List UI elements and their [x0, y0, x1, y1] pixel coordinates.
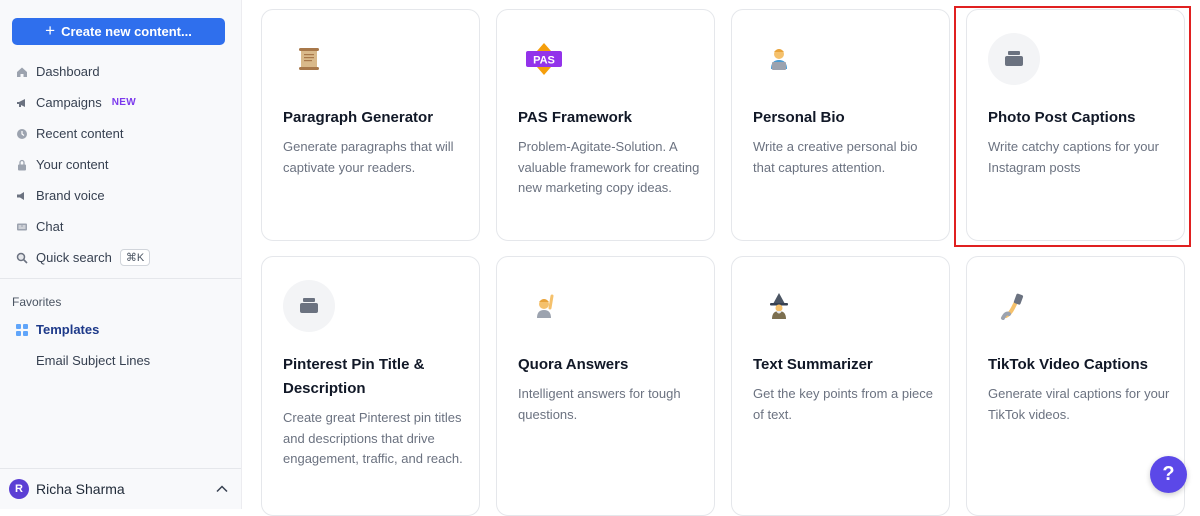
sidebar-item-quick-search[interactable]: Quick search ⌘K — [0, 242, 241, 273]
raising-hand-icon — [518, 280, 570, 332]
sidebar: + Create new content... Dashboard Campai… — [0, 0, 242, 509]
sidebar-item-label: Campaigns — [36, 95, 102, 110]
template-card-personal-bio[interactable]: Personal Bio Write a creative personal b… — [731, 9, 950, 241]
wizard-icon — [753, 280, 805, 332]
template-card-pinterest[interactable]: Pinterest Pin Title & Description Create… — [261, 256, 480, 516]
sidebar-item-dashboard[interactable]: Dashboard — [0, 56, 241, 87]
sidebar-item-label: Chat — [36, 219, 64, 234]
stack-icon — [283, 280, 335, 332]
plus-icon: + — [45, 21, 56, 40]
template-card-text-summarizer[interactable]: Text Summarizer Get the key points from … — [731, 256, 950, 516]
chevron-up-icon[interactable] — [215, 482, 229, 496]
card-title: Text Summarizer — [753, 356, 873, 373]
favorite-label: Email Subject Lines — [36, 353, 151, 368]
card-title: Personal Bio — [753, 109, 845, 126]
sidebar-item-label: Recent content — [36, 126, 124, 141]
pas-icon: PAS — [518, 33, 570, 85]
speaker-icon — [16, 190, 28, 202]
favorite-email-subject-lines[interactable]: Email Subject Lines — [36, 353, 150, 368]
card-title: PAS Framework — [518, 109, 632, 126]
card-title: Pinterest Pin Title & Description — [283, 356, 425, 397]
lock-icon — [16, 159, 28, 171]
favorite-templates[interactable]: Templates — [16, 322, 99, 337]
sidebar-item-your-content[interactable]: Your content — [0, 149, 241, 180]
template-card-pas-framework[interactable]: PAS PAS Framework Problem-Agitate-Soluti… — [496, 9, 715, 241]
sidebar-item-label: Quick search — [36, 250, 112, 265]
help-button[interactable]: ? — [1150, 456, 1187, 493]
sidebar-item-recent-content[interactable]: Recent content — [0, 118, 241, 149]
card-description: Intelligent answers for tough questions. — [518, 386, 681, 422]
shortcut-badge: ⌘K — [119, 249, 151, 266]
sidebar-item-label: Your content — [36, 157, 109, 172]
create-button-label: Create new content... — [61, 24, 192, 39]
card-title: Quora Answers — [518, 356, 629, 373]
card-title: Paragraph Generator — [283, 109, 434, 126]
clock-icon — [16, 128, 28, 140]
sidebar-item-chat[interactable]: Chat — [0, 211, 241, 242]
sidebar-item-brand-voice[interactable]: Brand voice — [0, 180, 241, 211]
template-card-quora-answers[interactable]: Quora Answers Intelligent answers for to… — [496, 256, 715, 516]
megaphone-icon — [16, 97, 28, 109]
card-description: Generate paragraphs that will captivate … — [283, 139, 454, 175]
card-description: Problem-Agitate-Solution. A valuable fra… — [518, 139, 700, 195]
chat-icon — [16, 221, 28, 233]
user-name: Richa Sharma — [36, 481, 125, 497]
card-description: Write a creative personal bio that captu… — [753, 139, 918, 175]
pas-icon-text: PAS — [533, 55, 555, 67]
search-icon — [16, 252, 28, 264]
favorite-label: Templates — [36, 322, 100, 337]
grid-icon — [16, 323, 28, 336]
sidebar-nav: Dashboard Campaigns NEW Recent content Y… — [0, 56, 241, 273]
scroll-icon — [283, 33, 335, 85]
sidebar-item-label: Dashboard — [36, 64, 100, 79]
avatar: R — [9, 479, 29, 499]
card-description: Get the key points from a piece of text. — [753, 386, 933, 422]
card-description: Generate viral captions for your TikTok … — [988, 386, 1170, 422]
create-new-content-button[interactable]: + Create new content... — [12, 18, 225, 45]
new-badge: NEW — [111, 97, 136, 108]
sidebar-item-label: Brand voice — [36, 188, 105, 203]
home-icon — [16, 66, 28, 78]
favorites-heading: Favorites — [12, 295, 62, 309]
selfie-icon — [988, 280, 1040, 332]
template-card-paragraph-generator[interactable]: Paragraph Generator Generate paragraphs … — [261, 9, 480, 241]
sidebar-item-campaigns[interactable]: Campaigns NEW — [0, 87, 241, 118]
card-description: Create great Pinterest pin titles and de… — [283, 410, 463, 466]
user-menu[interactable]: R Richa Sharma — [0, 468, 241, 509]
selection-highlight — [954, 6, 1191, 247]
card-title: TikTok Video Captions — [988, 356, 1149, 373]
sidebar-divider — [0, 278, 241, 279]
person-laptop-icon — [753, 33, 805, 85]
